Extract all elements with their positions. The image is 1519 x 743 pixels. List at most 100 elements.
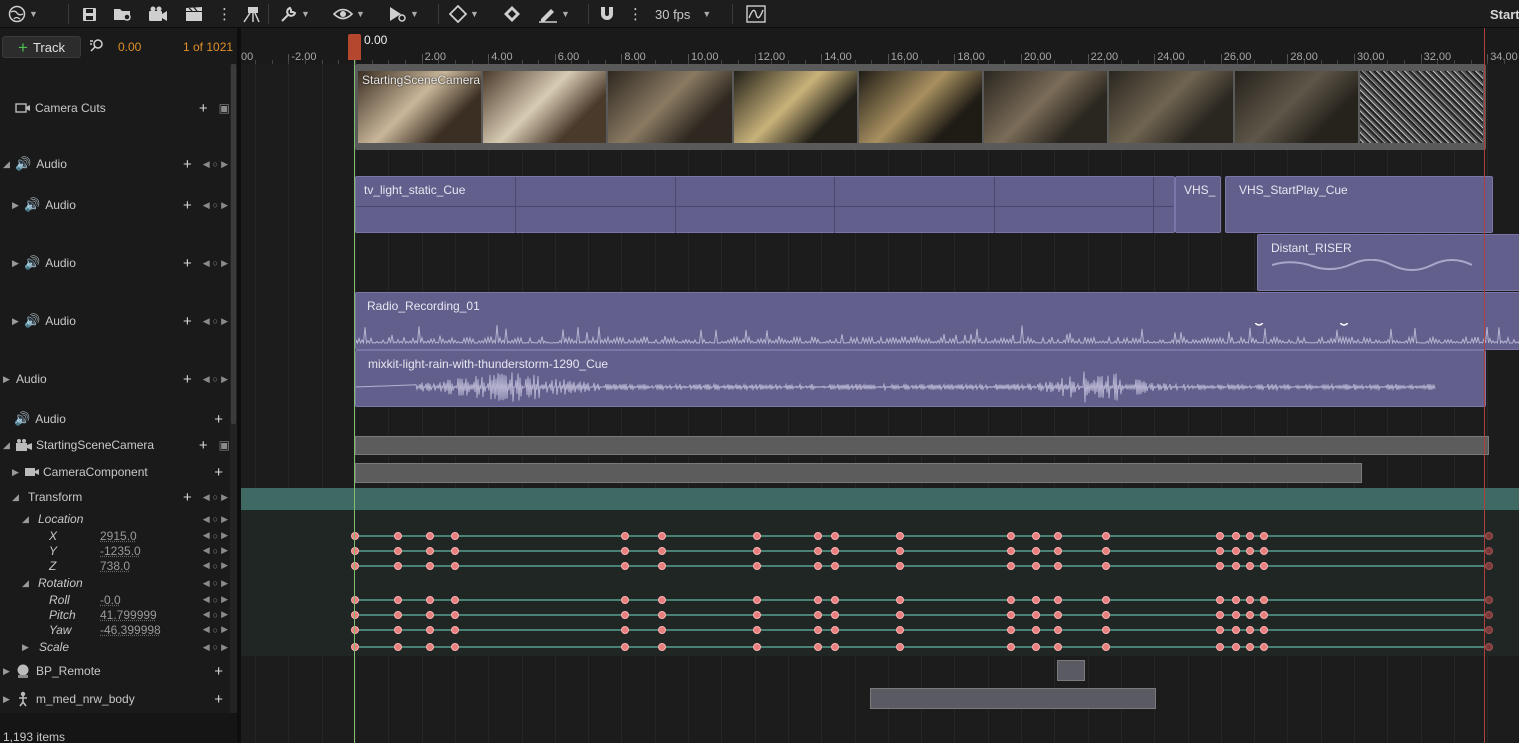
- curve-editor-button[interactable]: [746, 3, 766, 25]
- bp-remote-section[interactable]: [1057, 660, 1085, 681]
- add-icon[interactable]: +: [214, 465, 223, 480]
- keyframe[interactable]: [394, 626, 402, 634]
- keyframe[interactable]: [426, 611, 434, 619]
- keyframe[interactable]: [1054, 596, 1062, 604]
- expand-arrow-icon[interactable]: ▶: [12, 200, 22, 211]
- keyframe[interactable]: [1232, 532, 1240, 540]
- keyframe[interactable]: [814, 547, 822, 555]
- keyframe[interactable]: [1216, 626, 1224, 634]
- keyframe[interactable]: [351, 626, 359, 634]
- keyframe[interactable]: [451, 532, 459, 540]
- frame-rate-dropdown[interactable]: 30 fps ▼: [655, 3, 711, 25]
- keyframe[interactable]: [1032, 532, 1040, 540]
- keyframe[interactable]: [1054, 562, 1062, 570]
- keyframe[interactable]: [394, 532, 402, 540]
- add-key-icon[interactable]: ○: [213, 610, 218, 620]
- next-key-icon[interactable]: ▶: [221, 560, 228, 571]
- keyframe[interactable]: [1260, 532, 1268, 540]
- keyframe[interactable]: [1246, 547, 1254, 555]
- add-key-icon[interactable]: ○: [213, 625, 218, 635]
- keyframe[interactable]: [1102, 547, 1110, 555]
- location-x-value[interactable]: 2915.0: [100, 529, 137, 543]
- keyframe[interactable]: [1032, 626, 1040, 634]
- playhead-handle[interactable]: [348, 34, 361, 60]
- snapping-button[interactable]: [598, 3, 616, 25]
- add-key-icon[interactable]: ○: [213, 200, 218, 210]
- keyframe[interactable]: [896, 547, 904, 555]
- keyframe[interactable]: [1054, 547, 1062, 555]
- track-location-y[interactable]: Y -1235.0 ◀ ○ ▶: [0, 543, 230, 558]
- keyframe[interactable]: [753, 596, 761, 604]
- keyframe[interactable]: [1102, 596, 1110, 604]
- track-rotation-yaw[interactable]: Yaw -46.399998 ◀ ○ ▶: [0, 622, 230, 637]
- keyframe[interactable]: [896, 611, 904, 619]
- keyframe[interactable]: [621, 562, 629, 570]
- add-key-icon[interactable]: ○: [213, 546, 218, 556]
- keyframe[interactable]: [1007, 547, 1015, 555]
- track-audio-master[interactable]: ◢ 🔊 Audio + ◀ ○ ▶: [0, 154, 230, 174]
- keyframe[interactable]: [1232, 611, 1240, 619]
- keyframe[interactable]: [1007, 596, 1015, 604]
- keyframe[interactable]: [1246, 532, 1254, 540]
- next-key-icon[interactable]: ▶: [221, 316, 228, 327]
- keyframe[interactable]: [1485, 532, 1493, 540]
- keyframe[interactable]: [896, 643, 904, 651]
- next-key-icon[interactable]: ▶: [221, 200, 228, 211]
- clapperboard-button[interactable]: [185, 3, 203, 25]
- keyframe[interactable]: [351, 643, 359, 651]
- keyframe[interactable]: [451, 562, 459, 570]
- keyframe[interactable]: [1232, 547, 1240, 555]
- keyframe[interactable]: [426, 596, 434, 604]
- keyframe[interactable]: [658, 547, 666, 555]
- keyframe[interactable]: [451, 547, 459, 555]
- track-starting-scene-camera[interactable]: ◢ StartingSceneCamera + ▣: [0, 435, 230, 455]
- keyframe[interactable]: [1216, 562, 1224, 570]
- add-key-icon[interactable]: ○: [213, 492, 218, 502]
- track-location[interactable]: ◢ Location ◀ ○ ▶: [0, 510, 230, 528]
- prev-key-icon[interactable]: ◀: [203, 642, 210, 653]
- keyframe[interactable]: [621, 643, 629, 651]
- keyframe[interactable]: [658, 532, 666, 540]
- view-options-button[interactable]: ▼: [333, 3, 365, 25]
- add-key-icon[interactable]: ○: [213, 258, 218, 268]
- keyframe[interactable]: [1032, 547, 1040, 555]
- track-rotation-roll[interactable]: Roll -0.0 ◀ ○ ▶: [0, 592, 230, 607]
- track-audio-5[interactable]: 🔊 Audio +: [0, 409, 230, 429]
- track-camera-cuts[interactable]: Camera Cuts + ▣: [0, 98, 230, 118]
- keyframe[interactable]: [1054, 532, 1062, 540]
- keyframe[interactable]: [1485, 611, 1493, 619]
- prev-key-icon[interactable]: ◀: [203, 258, 210, 269]
- add-key-icon[interactable]: ○: [213, 642, 218, 652]
- keyframe[interactable]: [658, 562, 666, 570]
- keyframe[interactable]: [1485, 643, 1493, 651]
- prev-key-icon[interactable]: ◀: [203, 159, 210, 170]
- keyframe[interactable]: [1246, 643, 1254, 651]
- prev-key-icon[interactable]: ◀: [203, 316, 210, 327]
- track-rotation[interactable]: ◢ Rotation ◀ ○ ▶: [0, 574, 230, 592]
- keyframe[interactable]: [1246, 626, 1254, 634]
- keyframe[interactable]: [621, 626, 629, 634]
- render-movie-button[interactable]: [148, 3, 168, 25]
- keyframe[interactable]: [394, 643, 402, 651]
- keyframe[interactable]: [1260, 596, 1268, 604]
- keyframe[interactable]: [621, 547, 629, 555]
- keyframe[interactable]: [351, 532, 359, 540]
- track-audio-3[interactable]: ▶ 🔊 Audio + ◀ ○ ▶: [0, 311, 230, 331]
- keyframe[interactable]: [1485, 562, 1493, 570]
- keyframe[interactable]: [426, 643, 434, 651]
- next-key-icon[interactable]: ▶: [221, 530, 228, 541]
- tools-menu-button[interactable]: ▼: [280, 3, 310, 25]
- expand-arrow-icon[interactable]: ▶: [12, 258, 22, 269]
- keyframe[interactable]: [1260, 611, 1268, 619]
- keyframe[interactable]: [1485, 626, 1493, 634]
- prev-key-icon[interactable]: ◀: [203, 200, 210, 211]
- keyframe[interactable]: [621, 532, 629, 540]
- add-key-icon[interactable]: ○: [213, 578, 218, 588]
- keyframe[interactable]: [351, 611, 359, 619]
- keyframe[interactable]: [1232, 626, 1240, 634]
- location-y-value[interactable]: -1235.0: [100, 544, 141, 558]
- track-audio-4[interactable]: ▶ Audio + ◀ ○ ▶: [0, 369, 230, 389]
- add-icon[interactable]: +: [183, 314, 192, 329]
- keyframe[interactable]: [1260, 643, 1268, 651]
- keyframe[interactable]: [394, 562, 402, 570]
